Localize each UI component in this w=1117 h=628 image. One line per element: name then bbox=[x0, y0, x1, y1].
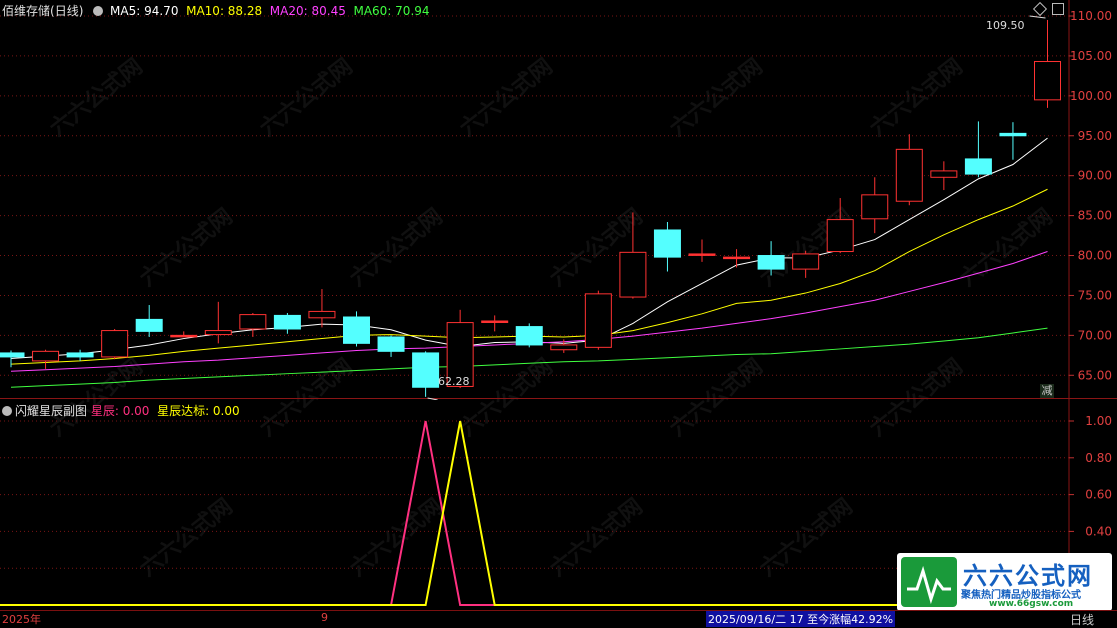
date-axis-bar: 2025年 9 2025/09/16/二 17 至今涨幅42.92% 日线 bbox=[0, 610, 1117, 628]
candle bbox=[792, 250, 820, 278]
candle bbox=[619, 212, 647, 299]
sub-tick-label: 0.80 bbox=[1085, 451, 1112, 465]
candle bbox=[377, 335, 405, 357]
main-tick-label: 65.00 bbox=[1078, 368, 1112, 382]
high-label: 109.50 bbox=[986, 19, 1025, 32]
candle bbox=[135, 305, 163, 337]
candle bbox=[999, 122, 1027, 160]
candle bbox=[826, 198, 854, 254]
candle-body bbox=[135, 318, 163, 332]
candle-body bbox=[584, 293, 612, 348]
candle-body bbox=[619, 251, 647, 298]
candle-body bbox=[861, 194, 889, 220]
indicator-name: 闪耀星辰副图 bbox=[15, 404, 88, 418]
sub-header: 闪耀星辰副图 星辰: 0.00 星辰达标: 0.00 bbox=[2, 402, 240, 419]
candle-body bbox=[550, 344, 578, 351]
sub-tick-label: 1.00 bbox=[1085, 414, 1112, 428]
candle-body bbox=[895, 148, 923, 202]
brand-emblem-icon bbox=[901, 557, 957, 607]
ma10-label: MA10: 88.28 bbox=[186, 4, 263, 18]
candle bbox=[308, 289, 336, 328]
candle bbox=[101, 328, 129, 360]
main-tick-label: 110.00 bbox=[1070, 9, 1112, 23]
star-target-value: 星辰达标: 0.00 bbox=[157, 404, 240, 418]
candle bbox=[584, 290, 612, 350]
candle-body bbox=[688, 253, 716, 256]
period-label: (日线) bbox=[50, 4, 84, 18]
candle-body bbox=[0, 352, 25, 358]
main-tick-label: 100.00 bbox=[1070, 89, 1112, 103]
candle-body bbox=[32, 350, 60, 362]
ma5-label: MA5: 94.70 bbox=[110, 4, 179, 18]
window-icon[interactable] bbox=[1052, 3, 1064, 15]
candle-body bbox=[1034, 61, 1061, 101]
candle-body bbox=[999, 132, 1027, 137]
candle bbox=[66, 349, 94, 361]
candle-body bbox=[826, 219, 854, 253]
star-value: 星辰: 0.00 bbox=[90, 404, 150, 418]
main-header: 佰维存储(日线) MA5: 94.70 MA10: 88.28 MA20: 80… bbox=[2, 2, 430, 19]
candle-body bbox=[377, 336, 405, 352]
candle-body bbox=[964, 158, 992, 175]
reduce-mark[interactable]: 减 bbox=[1040, 384, 1054, 398]
candle-body bbox=[308, 310, 336, 319]
candle bbox=[688, 239, 716, 262]
candle-body bbox=[239, 314, 267, 330]
main-tick-label: 95.00 bbox=[1078, 129, 1112, 143]
high-pointer bbox=[1029, 15, 1046, 19]
collapse-icon[interactable] bbox=[2, 406, 12, 416]
brand-logo: 六六公式网 聚焦热门精品炒股指标公式 www.66gsw.com bbox=[897, 553, 1112, 611]
candle-body bbox=[930, 170, 958, 178]
low-label: 62.28 bbox=[438, 375, 470, 388]
candle bbox=[964, 121, 992, 178]
candle-body bbox=[481, 320, 509, 323]
candle-body bbox=[273, 314, 301, 330]
candle bbox=[895, 134, 923, 206]
main-tick-label: 90.00 bbox=[1078, 169, 1112, 183]
stock-name: 佰维存储 bbox=[2, 4, 51, 18]
main-tick-label: 75.00 bbox=[1078, 288, 1112, 302]
candle bbox=[32, 349, 60, 369]
candle bbox=[757, 241, 785, 276]
candle-body bbox=[757, 255, 785, 270]
candle-body bbox=[792, 253, 820, 270]
candle-body bbox=[170, 334, 198, 338]
candle bbox=[653, 221, 681, 272]
month-label: 9 bbox=[321, 611, 328, 624]
sub-tick-label: 0.40 bbox=[1085, 524, 1112, 538]
candle bbox=[170, 331, 198, 338]
candle bbox=[239, 313, 267, 337]
candle-body bbox=[723, 256, 751, 260]
candle bbox=[204, 301, 232, 344]
candle bbox=[273, 313, 301, 334]
main-tick-label: 105.00 bbox=[1070, 49, 1112, 63]
main-tick-label: 85.00 bbox=[1078, 209, 1112, 223]
brand-url: www.66gsw.com bbox=[989, 599, 1074, 609]
candle bbox=[1034, 20, 1061, 108]
period-switch-label[interactable]: 日线 bbox=[1070, 611, 1094, 628]
candle-body bbox=[204, 330, 232, 336]
ma20-label: MA20: 80.45 bbox=[269, 4, 346, 18]
settings-icon[interactable] bbox=[93, 6, 104, 16]
candle bbox=[930, 161, 958, 191]
candle-body bbox=[412, 352, 440, 388]
candle-body bbox=[101, 330, 129, 358]
candle bbox=[515, 323, 543, 348]
sub-tick-label: 0.60 bbox=[1085, 488, 1112, 502]
candle bbox=[861, 177, 889, 234]
main-tick-label: 80.00 bbox=[1078, 249, 1112, 263]
candle bbox=[412, 351, 440, 397]
candle-body bbox=[515, 326, 543, 346]
candlestick-chart[interactable]: 65.00 70.00 75.00 80.00 85.00 90.00 95.00 100.0… bbox=[0, 0, 1117, 400]
ma60-label: MA60: 70.94 bbox=[353, 4, 430, 18]
candle bbox=[343, 311, 370, 347]
candle bbox=[723, 249, 751, 268]
candle-body bbox=[653, 229, 681, 258]
candle-body bbox=[343, 316, 370, 344]
candle bbox=[481, 315, 509, 332]
main-tick-label: 70.00 bbox=[1078, 328, 1112, 342]
candle-body bbox=[66, 352, 94, 358]
